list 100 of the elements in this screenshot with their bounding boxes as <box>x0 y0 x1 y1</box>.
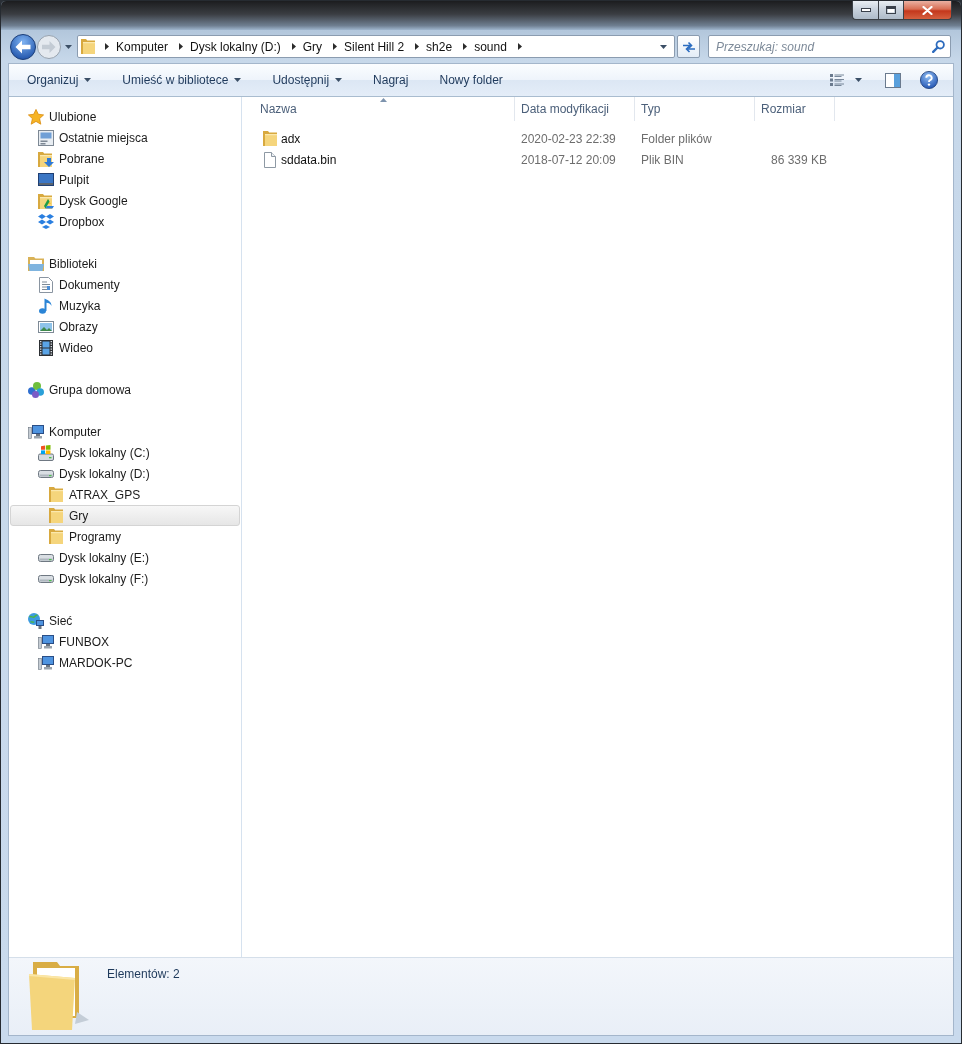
chevron-icon[interactable] <box>333 43 338 50</box>
breadcrumb-item[interactable]: Silent Hill 2 <box>344 39 405 54</box>
nav-item[interactable]: Muzyka <box>38 295 101 316</box>
nav-item[interactable]: Pulpit <box>38 169 90 190</box>
nav-item[interactable]: MARDOK-PC <box>38 652 133 673</box>
system-drive-icon <box>38 444 54 461</box>
chevron-icon[interactable] <box>517 43 522 50</box>
library-icon <box>28 256 44 271</box>
folder-triangle-icon <box>38 192 54 209</box>
nav-item[interactable]: FUNBOX <box>38 631 109 652</box>
file-name[interactable]: sddata.bin <box>281 152 337 167</box>
back-button[interactable] <box>10 33 36 60</box>
nav-item[interactable]: Dysk lokalny (D:) <box>38 463 150 484</box>
caret-icon <box>234 78 242 82</box>
picture-icon <box>38 320 54 333</box>
help-button[interactable] <box>920 68 938 92</box>
close-icon <box>922 5 933 15</box>
nav-item[interactable]: Dysk Google <box>38 190 128 211</box>
chevron-icon[interactable] <box>105 43 109 50</box>
caret-icon[interactable] <box>660 44 667 49</box>
breadcrumb-item[interactable]: Gry <box>302 39 323 54</box>
toolbar-button[interactable]: Nowy folder <box>431 68 511 92</box>
chevron-icon[interactable] <box>291 43 296 50</box>
caret-icon[interactable] <box>65 44 72 49</box>
caret-icon <box>335 78 343 82</box>
menu-button[interactable]: Udostępnij <box>264 68 351 92</box>
drive-icon <box>38 574 54 583</box>
window-icon <box>38 129 54 146</box>
search-field[interactable]: Przeszukaj: sound <box>708 35 951 58</box>
document-icon <box>39 276 53 293</box>
folder-icon <box>81 39 95 54</box>
column-header[interactable]: Data modyfikacji <box>515 97 635 121</box>
desktop-icon <box>38 173 54 186</box>
address-bar[interactable]: Komputer Dysk lokalny (D:) Gry Silent Hill 2 sh2e sound <box>77 35 675 58</box>
folder-icon <box>29 962 89 1030</box>
nav-item[interactable]: Dropbox <box>38 211 105 232</box>
caret-icon <box>855 78 862 82</box>
computer-icon <box>38 655 54 670</box>
modified-date: 2020-02-23 22:39 <box>521 131 616 146</box>
file-type: Folder plików <box>641 131 712 146</box>
nav-item[interactable]: Dokumenty <box>38 274 120 295</box>
breadcrumb-item[interactable]: Komputer <box>116 39 169 54</box>
nav-item[interactable]: Komputer <box>28 421 102 442</box>
maximize-button[interactable] <box>878 1 904 20</box>
menu-button[interactable]: Umieść w bibliotece <box>114 68 250 92</box>
folder-icon <box>263 131 277 146</box>
nav-item[interactable]: Obrazy <box>38 316 98 337</box>
nav-item[interactable]: Pobrane <box>38 148 105 169</box>
search-icon[interactable] <box>932 40 945 53</box>
file-size: 86 339 KB <box>770 152 827 167</box>
folder-download-icon <box>38 150 54 167</box>
caret-icon <box>84 78 92 82</box>
film-icon <box>39 339 53 356</box>
breadcrumb-item[interactable]: Dysk lokalny (D:) <box>190 39 281 54</box>
chevron-icon[interactable] <box>415 43 420 50</box>
nav-item[interactable]: Ulubione <box>28 106 97 127</box>
nav-item[interactable]: Dysk lokalny (C:) <box>38 442 150 463</box>
nav-item[interactable]: Programy <box>48 526 121 547</box>
globe-monitor-icon <box>28 612 44 629</box>
chevron-icon[interactable] <box>463 43 468 50</box>
close-button[interactable] <box>904 1 952 20</box>
nav-item[interactable]: ATRAX_GPS <box>48 484 141 505</box>
menu-button[interactable]: Organizuj <box>19 68 100 92</box>
folder-icon <box>49 529 63 544</box>
folder-icon <box>49 487 63 502</box>
music-note-icon <box>39 297 53 314</box>
sort-arrow-icon <box>380 98 387 102</box>
maximize-icon <box>886 6 896 14</box>
breadcrumb-item[interactable]: sound <box>474 39 507 54</box>
nav-item[interactable]: Wideo <box>38 337 93 358</box>
nav-item[interactable]: Dysk lokalny (E:) <box>38 547 150 568</box>
refresh-icon <box>681 40 696 53</box>
column-header[interactable]: Typ <box>635 97 755 121</box>
chevron-icon[interactable] <box>179 43 184 50</box>
column-header[interactable]: Nazwa <box>254 97 515 121</box>
minimize-icon <box>860 8 871 12</box>
drive-icon <box>38 469 54 478</box>
file-type: Plik BIN <box>641 152 684 167</box>
nav-item[interactable]: Sieć <box>28 610 73 631</box>
refresh-button[interactable] <box>677 35 700 58</box>
preview-pane-icon <box>885 72 901 88</box>
diamonds-icon <box>38 214 54 229</box>
column-header[interactable]: Rozmiar <box>755 97 835 121</box>
modified-date: 2018-07-12 20:09 <box>521 152 616 167</box>
minimize-button[interactable] <box>852 1 878 20</box>
nav-item[interactable]: Biblioteki <box>28 253 98 274</box>
nav-item[interactable]: Ostatnie miejsca <box>38 127 148 148</box>
help-icon <box>920 71 938 89</box>
computer-icon <box>28 424 44 439</box>
file-name[interactable]: adx <box>281 131 301 146</box>
spheres-icon <box>28 381 44 398</box>
nav-item[interactable]: Grupa domowa <box>28 379 132 400</box>
list-view-icon <box>830 74 844 86</box>
item-count: Elementów: 2 <box>107 967 180 982</box>
drive-icon <box>38 553 54 562</box>
nav-item[interactable]: Gry <box>10 505 240 526</box>
breadcrumb-item[interactable]: sh2e <box>426 39 453 54</box>
toolbar-button[interactable]: Nagraj <box>365 68 417 92</box>
folder-icon <box>49 508 63 523</box>
nav-item[interactable]: Dysk lokalny (F:) <box>38 568 149 589</box>
